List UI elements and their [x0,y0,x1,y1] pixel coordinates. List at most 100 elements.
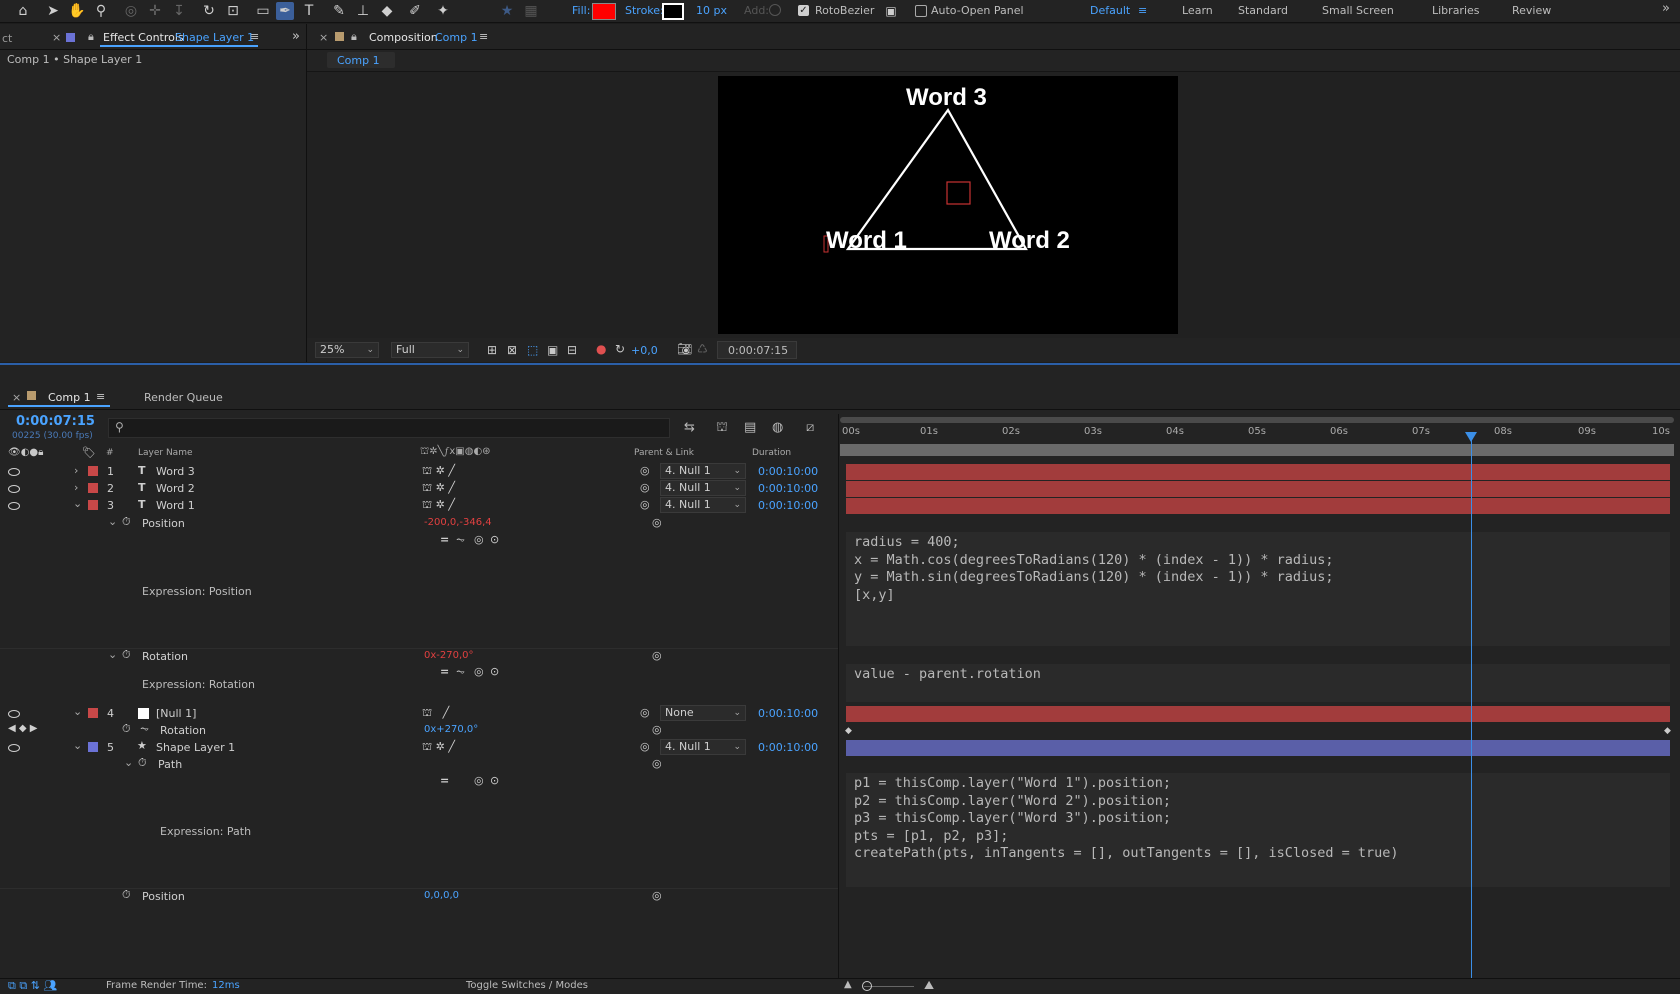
viewer-timecode[interactable]: 0:00:07:15 [717,341,797,359]
render-queue-tab[interactable]: Render Queue [144,391,223,404]
rotation-expression-editor[interactable]: value - parent.rotation [846,664,1670,702]
zoom-in-icon[interactable]: ⛰ [924,978,934,993]
pickwhip-icon[interactable]: ◎ [652,889,662,902]
eye-icon[interactable] [8,710,20,718]
brush-tool-icon[interactable]: ✎ [330,2,348,20]
label-column-icon[interactable]: 🏷︎ [82,446,96,459]
property-row[interactable]: ⏱︎ Position 0,0,0,0 ◎ [0,888,838,905]
expression-language-menu-icon[interactable]: ⊙ [490,665,499,678]
layer-name[interactable]: Shape Layer 1 [156,741,235,754]
label-swatch[interactable] [88,500,98,510]
pickwhip-icon[interactable]: ◎ [640,481,650,494]
expression-enable-icon[interactable]: = [440,533,449,546]
orbit-tool-icon[interactable]: ◎ [122,2,140,20]
fill-label[interactable]: Fill: [572,4,590,17]
word-2-text[interactable]: Word 2 [989,227,1070,255]
stopwatch-icon[interactable]: ⏱︎ [122,648,131,662]
layer-switches[interactable]: ⛫ ╱ [422,706,449,721]
layer-row[interactable]: ⌄ 5 ★ Shape Layer 1 ⛫ ✲ ╱ ◎ 4. Null 1 ⌄ 0… [0,739,838,756]
expression-language-menu-icon[interactable]: ⊙ [490,533,499,546]
comp-flowchart-icon[interactable]: ⇆ [684,420,695,435]
expression-language-menu-icon[interactable]: ⊙ [490,774,499,787]
effect-controls-layer[interactable]: Shape Layer 1 [175,31,254,44]
rectangle-tool-icon[interactable]: ▭ [254,2,272,20]
pen-tool-icon[interactable]: ✒ [276,2,294,20]
zoom-out-icon[interactable]: ▲ [844,979,852,990]
path-expression-editor[interactable]: p1 = thisComp.layer("Word 1").position; … [846,773,1670,887]
eraser-tool-icon[interactable]: ◆ [378,2,396,20]
close-icon[interactable]: × [52,31,61,44]
layer-name[interactable]: Word 2 [156,482,195,495]
chevron-down-icon[interactable]: ⌄ [108,515,117,528]
add-label[interactable]: Add: [744,4,769,17]
time-ruler[interactable] [840,414,1674,460]
pickwhip-icon[interactable]: ◎ [652,757,662,770]
position-expression-code[interactable]: radius = 400; x = Math.cos(degreesToRadi… [854,534,1334,604]
resolution-dropdown[interactable]: Full ⌄ [391,342,469,358]
frame-blending-icon[interactable]: ▤ [744,420,756,435]
expression-enable-icon[interactable]: = [440,665,449,678]
layer-switches[interactable]: ⛫ ✲ ╱ [422,481,455,496]
star-icon[interactable]: ★ [498,2,516,20]
snapshot-camera-icon[interactable]: 📷︎ [677,342,692,356]
parent-dropdown[interactable]: None ⌄ [660,705,746,721]
fill-swatch[interactable] [592,3,616,20]
panel-menu-icon[interactable]: ≡ [479,30,488,43]
pickwhip-icon[interactable]: ◎ [652,723,662,736]
work-area-strip[interactable] [840,444,1674,456]
footer-toggle-icons[interactable]: ⧉ ⧉ ⇅ 👥︎ [8,979,57,993]
pickwhip-icon[interactable]: ◎ [640,464,650,477]
autoopen-checkbox[interactable] [915,5,927,17]
zoom-dropdown[interactable]: 25% ⌄ [315,342,379,358]
work-area-bar[interactable] [840,417,1674,423]
comp-subtab[interactable]: Comp 1 [327,52,395,68]
anchor-tool-icon[interactable]: ⊡ [224,2,242,20]
triangle-shape[interactable] [718,76,1178,334]
lock-icon[interactable]: 🔒︎ [88,30,94,44]
close-icon[interactable]: × [319,31,328,44]
word-1-text[interactable]: Word 1 [826,227,907,255]
timeline-tab[interactable]: Comp 1 [48,391,91,404]
stopwatch-icon[interactable]: ⏱︎ [122,722,131,736]
type-tool-icon[interactable]: T [300,2,318,20]
workspace-menu-icon[interactable]: ≡ [1138,4,1147,17]
layer-search-input[interactable]: ⚲ [108,418,670,438]
hand-tool-icon[interactable]: ✋ [68,2,86,20]
position-expression-editor[interactable]: radius = 400; x = Math.cos(degreesToRadi… [846,532,1670,646]
rotate-tool-icon[interactable]: ↻ [200,2,218,20]
keyframe-icon[interactable]: ◆ [1664,726,1671,736]
draft-3d-icon[interactable]: ⛫ [716,420,728,437]
mask-visibility-icon[interactable]: ⬚ [527,343,538,357]
pickwhip-icon[interactable]: ◎ [640,706,650,719]
label-swatch[interactable] [88,483,98,493]
switches-header-icon[interactable]: ⛫✲╲𝑓x▣◍◐⊛ [420,446,491,459]
property-value[interactable]: 0,0,0,0 [424,890,459,901]
puppet-tool-icon[interactable]: ✦ [434,2,452,20]
more-workspaces-icon[interactable]: » [1662,1,1670,16]
playhead-handle[interactable] [1464,432,1477,442]
layer-row[interactable]: ⌄ 3 T Word 1 ⛫ ✲ ╱ ◎ 4. Null 1 ⌄ 0:00:10:… [0,497,838,514]
layer-name[interactable]: Word 3 [156,465,195,478]
reset-exposure-icon[interactable]: ↻ [615,342,625,356]
chevron-right-icon[interactable]: › [74,464,78,477]
property-value[interactable]: 0x+270,0° [424,724,478,735]
stroke-swatch[interactable] [662,3,684,20]
chevron-down-icon[interactable]: ⌄ [73,739,82,752]
stopwatch-icon[interactable]: ⏱︎ [122,888,131,902]
cut-tab[interactable]: ct [2,32,12,45]
rotation-expression-code[interactable]: value - parent.rotation [854,666,1041,684]
col-duration[interactable]: Duration [752,448,791,458]
property-row[interactable]: ⌄ ⏱︎ Path ◎ [0,756,838,773]
show-snapshot-icon[interactable]: ♺ [697,342,708,356]
layer-bar[interactable] [846,498,1670,514]
rotobezier-checkbox[interactable]: ✓ [798,5,809,16]
property-row[interactable]: ⌄ ⏱︎ Position -200,0,-346,4 ◎ [0,515,838,532]
workspace-libraries[interactable]: Libraries [1432,4,1480,17]
expand-panels-icon[interactable]: » [292,29,300,44]
graph-editor-icon[interactable]: ⧄ [806,420,814,435]
property-value[interactable]: -200,0,-346,4 [424,517,492,528]
expression-graph-icon[interactable]: ⏦ [456,533,465,547]
col-parent[interactable]: Parent & Link [634,448,694,458]
expression-graph-icon[interactable]: ⏦ [456,665,465,679]
parent-dropdown[interactable]: 4. Null 1 ⌄ [660,463,746,479]
